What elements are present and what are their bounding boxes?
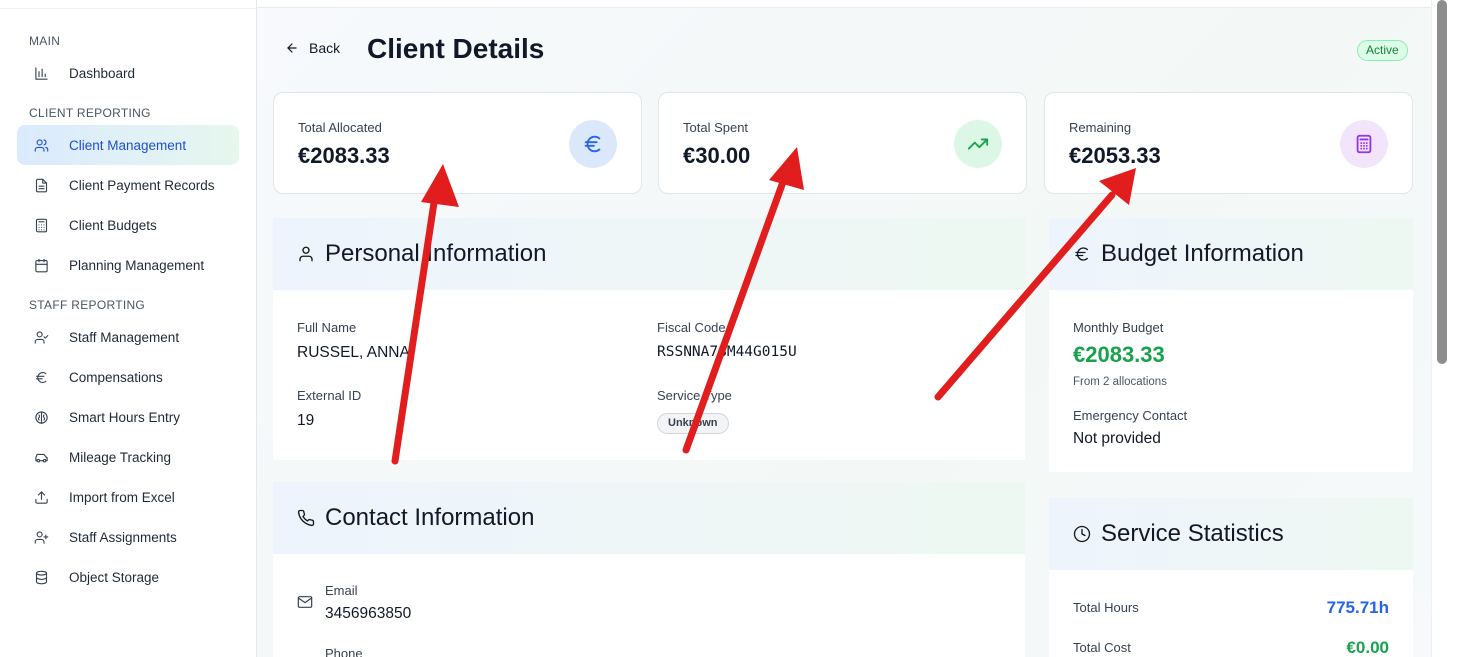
fiscal-code-value: RSSNNA78M44G015U <box>657 344 797 360</box>
sidebar-item-label: Dashboard <box>69 65 136 81</box>
panel-header: Personal Information <box>273 218 1025 290</box>
section-label-main: MAIN <box>29 34 61 48</box>
stat-card-remaining: Remaining €2053.33 <box>1044 92 1413 194</box>
panel-header: Budget Information <box>1049 218 1413 290</box>
external-id-label: External ID <box>297 388 362 403</box>
sidebar-item-label: Smart Hours Entry <box>69 409 181 425</box>
total-hours-value: 775.71h <box>1326 598 1389 617</box>
bar-chart-icon <box>33 65 49 81</box>
car-icon <box>33 449 49 465</box>
sidebar-item-planning-management[interactable]: Planning Management <box>17 245 239 285</box>
phone-label: Phone <box>325 646 363 657</box>
stat-value: €30.00 <box>683 143 751 168</box>
sidebar-item-dashboard[interactable]: Dashboard <box>17 53 239 93</box>
external-id-value: 19 <box>297 412 315 429</box>
sidebar-item-label: Client Management <box>69 137 187 153</box>
calendar-icon <box>33 257 49 273</box>
users-icon <box>33 137 49 153</box>
sidebar-item-smart-hours-entry[interactable]: Smart Hours Entry <box>17 397 239 437</box>
sidebar-item-label: Staff Assignments <box>69 529 177 545</box>
panel-title: Personal Information <box>325 240 547 267</box>
back-button[interactable]: Back <box>285 40 340 56</box>
sidebar-item-mileage-tracking[interactable]: Mileage Tracking <box>17 437 239 477</box>
service-type-badge: Unknown <box>657 413 729 434</box>
calculator-icon <box>1340 120 1388 168</box>
sidebar-item-client-payment-records[interactable]: Client Payment Records <box>17 165 239 205</box>
back-label: Back <box>309 40 341 56</box>
sidebar-item-staff-assignments[interactable]: Staff Assignments <box>17 517 239 557</box>
full-name-label: Full Name <box>297 320 357 335</box>
arrow-left-icon <box>287 43 297 53</box>
status-badge: Active <box>1357 40 1408 61</box>
sidebar-item-label: Object Storage <box>69 569 160 585</box>
section-label-staff-reporting: STAFF REPORTING <box>29 298 146 312</box>
stat-label: Remaining <box>1069 120 1132 135</box>
panel-title: Service Statistics <box>1101 520 1284 547</box>
sidebar-item-object-storage[interactable]: Object Storage <box>17 557 239 597</box>
user-check-icon <box>33 329 49 345</box>
clock-icon <box>1073 525 1091 543</box>
total-hours-label: Total Hours <box>1073 600 1139 615</box>
service-type-label: Service Type <box>657 388 732 403</box>
calculator-icon <box>33 217 49 233</box>
monthly-budget-label: Monthly Budget <box>1073 320 1164 335</box>
file-text-icon <box>33 177 49 193</box>
panel-header: Contact Information <box>273 482 1025 554</box>
total-cost-label: Total Cost <box>1073 640 1131 655</box>
trending-up-icon <box>954 120 1002 168</box>
euro-icon <box>1075 247 1088 261</box>
stat-value: €2053.33 <box>1069 143 1161 168</box>
contact-information-panel: Contact Information Email 3456963850 Pho… <box>273 482 1025 657</box>
stat-value: €2083.33 <box>298 143 390 168</box>
mail-icon <box>297 594 313 615</box>
sidebar-item-label: Client Payment Records <box>69 177 215 193</box>
emergency-contact-label: Emergency Contact <box>1073 408 1188 423</box>
sidebar-item-label: Compensations <box>69 369 163 385</box>
stat-card-total-spent: Total Spent €30.00 <box>658 92 1027 194</box>
sidebar-item-compensations[interactable]: Compensations <box>17 357 239 397</box>
scrollbar[interactable] <box>1431 0 1459 657</box>
total-cost-value: €0.00 <box>1346 638 1389 657</box>
allocations-note: From 2 allocations <box>1073 376 1167 388</box>
personal-information-panel: Personal Information Full Name RUSSEL, A… <box>273 218 1025 460</box>
fiscal-code-label: Fiscal Code <box>657 320 726 335</box>
panel-title: Contact Information <box>325 504 535 531</box>
sidebar: MAIN Dashboard CLIENT REPORTING Client M… <box>0 0 257 657</box>
panel-header: Service Statistics <box>1049 498 1413 570</box>
sidebar-item-client-management[interactable]: Client Management <box>17 125 239 165</box>
budget-information-panel: Budget Information Monthly Budget €2083.… <box>1049 218 1413 472</box>
sidebar-item-client-budgets[interactable]: Client Budgets <box>17 205 239 245</box>
panel-title: Budget Information <box>1101 240 1304 267</box>
sidebar-item-label: Staff Management <box>69 329 180 345</box>
emergency-contact-value: Not provided <box>1073 430 1161 447</box>
full-name-value: RUSSEL, ANNA <box>297 344 410 361</box>
scroll-thumb[interactable] <box>1437 0 1447 364</box>
user-plus-icon <box>33 529 49 545</box>
service-statistics-panel: Service Statistics Total Hours 775.71h T… <box>1049 498 1413 657</box>
euro-icon <box>569 120 617 168</box>
email-value: 3456963850 <box>325 605 412 622</box>
main-content: Back Client Details Active Total Allocat… <box>257 0 1431 657</box>
user-icon <box>299 246 313 262</box>
sidebar-item-label: Mileage Tracking <box>69 449 172 465</box>
sidebar-item-label: Import from Excel <box>69 489 175 505</box>
stat-card-total-allocated: Total Allocated €2083.33 <box>273 92 642 194</box>
email-label: Email <box>325 583 358 598</box>
database-icon <box>33 569 49 585</box>
top-bar <box>257 0 1431 8</box>
section-label-client-reporting: CLIENT REPORTING <box>29 106 151 120</box>
upload-icon <box>33 489 49 505</box>
page-title: Client Details <box>367 33 545 64</box>
sidebar-item-label: Planning Management <box>69 257 205 273</box>
stat-label: Total Spent <box>683 120 749 135</box>
stat-label: Total Allocated <box>298 120 382 135</box>
sidebar-item-import-from-excel[interactable]: Import from Excel <box>17 477 239 517</box>
monthly-budget-value: €2083.33 <box>1073 342 1165 367</box>
phone-icon <box>297 509 315 527</box>
sidebar-item-label: Client Budgets <box>69 217 157 233</box>
sidebar-item-staff-management[interactable]: Staff Management <box>17 317 239 357</box>
brain-icon <box>33 409 49 425</box>
euro-icon <box>33 369 49 385</box>
